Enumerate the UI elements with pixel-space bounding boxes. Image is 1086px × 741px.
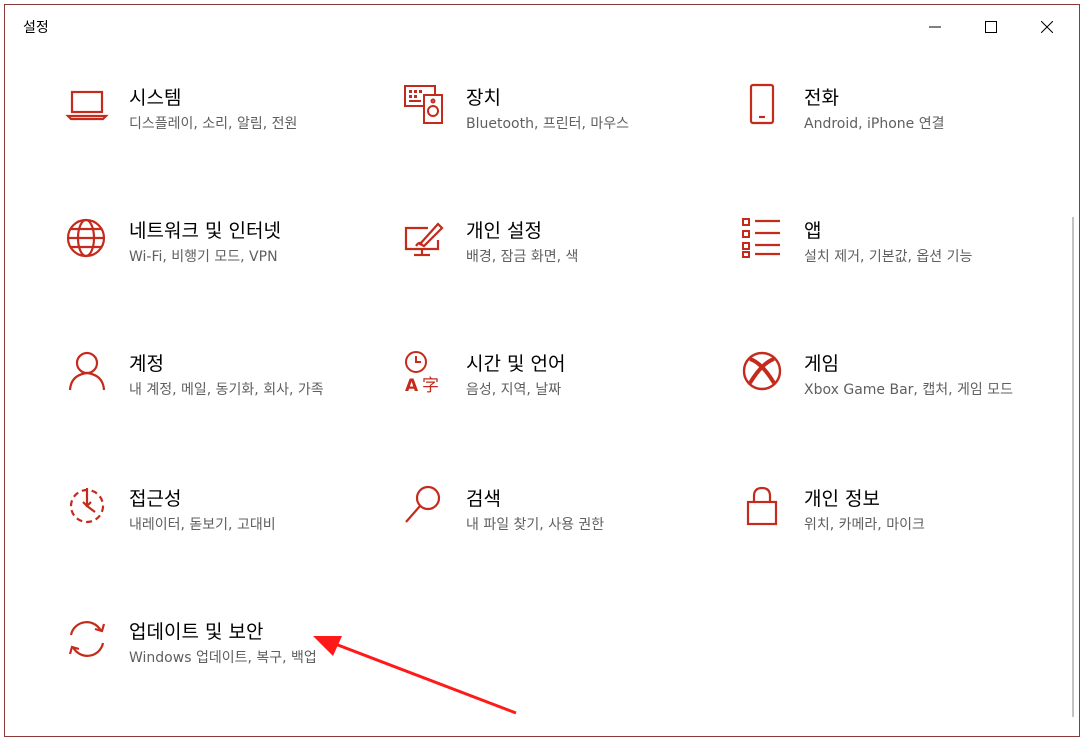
window-title: 설정 [23,20,49,36]
tile-description: 디스플레이, 소리, 알림, 전원 [129,116,298,132]
tile-update-security[interactable]: 업데이트 및 보안 Windows 업데이트, 복구, 백업 [65,617,365,707]
tile-privacy[interactable]: 개인 정보 위치, 카메라, 마이크 [740,484,1040,574]
tile-name: 시스템 [129,87,182,109]
tile-phone[interactable]: 전화 Android, iPhone 연결 [740,83,1040,173]
tile-description: Android, iPhone 연결 [804,116,945,132]
tile-name: 업데이트 및 보안 [129,621,264,643]
tile-name: 개인 설정 [466,220,542,242]
minimize-icon [929,26,941,28]
tile-name: 게임 [804,353,839,375]
tile-system[interactable]: 시스템 디스플레이, 소리, 알림, 전원 [65,83,365,173]
maximize-icon [985,21,997,33]
paint-icon [402,216,446,260]
phone-icon [740,83,784,127]
lock-icon [740,484,784,528]
tile-accounts[interactable]: 계정 내 계정, 메일, 동기화, 회사, 가족 [65,349,365,439]
tile-name: 전화 [804,87,839,109]
tile-description: 설치 제거, 기본값, 옵션 기능 [804,249,973,265]
tile-accessibility[interactable]: 접근성 내레이터, 돋보기, 고대비 [65,484,365,574]
sync-icon [65,617,109,661]
laptop-icon [65,83,109,127]
tile-name: 계정 [129,353,164,375]
tile-description: Bluetooth, 프린터, 마우스 [466,116,630,132]
tile-name: 접근성 [129,488,182,510]
tile-apps[interactable]: 앱 설치 제거, 기본값, 옵션 기능 [740,216,1040,306]
svg-text:A: A [405,376,419,393]
tile-network[interactable]: 네트워크 및 인터넷 Wi-Fi, 비행기 모드, VPN [65,216,365,306]
svg-text:字: 字 [422,376,439,393]
tile-devices[interactable]: 장치 Bluetooth, 프린터, 마우스 [402,83,702,173]
keyboard-speaker-icon [402,83,446,127]
accessibility-icon [65,484,109,528]
tile-name: 장치 [466,87,501,109]
tile-description: Wi-Fi, 비행기 모드, VPN [129,249,278,265]
title-bar: 설정 [5,5,1079,49]
tile-name: 검색 [466,488,501,510]
tile-gaming[interactable]: 게임 Xbox Game Bar, 캡처, 게임 모드 [740,349,1040,439]
tile-description: 음성, 지역, 날짜 [466,382,562,398]
globe-icon [65,216,109,260]
search-icon [402,484,446,528]
tile-description: Xbox Game Bar, 캡처, 게임 모드 [804,382,1013,398]
person-icon [65,349,109,393]
tile-description: 내레이터, 돋보기, 고대비 [129,517,276,533]
tile-description: 위치, 카메라, 마이크 [804,517,925,533]
tile-search[interactable]: 검색 내 파일 찾기, 사용 권한 [402,484,702,574]
tile-name: 시간 및 언어 [466,353,566,375]
settings-window: 설정 시스템 디스플레이, 소리, 알림, 전원 장치 Bluetooth, 프… [4,4,1080,737]
tile-personalization[interactable]: 개인 설정 배경, 잠금 화면, 색 [402,216,702,306]
tile-description: 내 계정, 메일, 동기화, 회사, 가족 [129,382,324,398]
tile-time-language[interactable]: A字 시간 및 언어 음성, 지역, 날짜 [402,349,702,439]
time-language-icon: A字 [402,349,446,393]
tile-description: Windows 업데이트, 복구, 백업 [129,650,317,666]
minimize-button[interactable] [907,5,963,49]
close-button[interactable] [1019,5,1075,49]
xbox-icon [740,349,784,393]
tile-name: 개인 정보 [804,488,880,510]
close-icon [1041,21,1053,33]
scrollbar[interactable] [1072,217,1074,717]
tile-description: 배경, 잠금 화면, 색 [466,249,579,265]
maximize-button[interactable] [963,5,1019,49]
apps-list-icon [740,216,784,260]
tile-name: 네트워크 및 인터넷 [129,220,281,242]
tile-description: 내 파일 찾기, 사용 권한 [466,517,605,533]
tile-name: 앱 [804,220,822,242]
